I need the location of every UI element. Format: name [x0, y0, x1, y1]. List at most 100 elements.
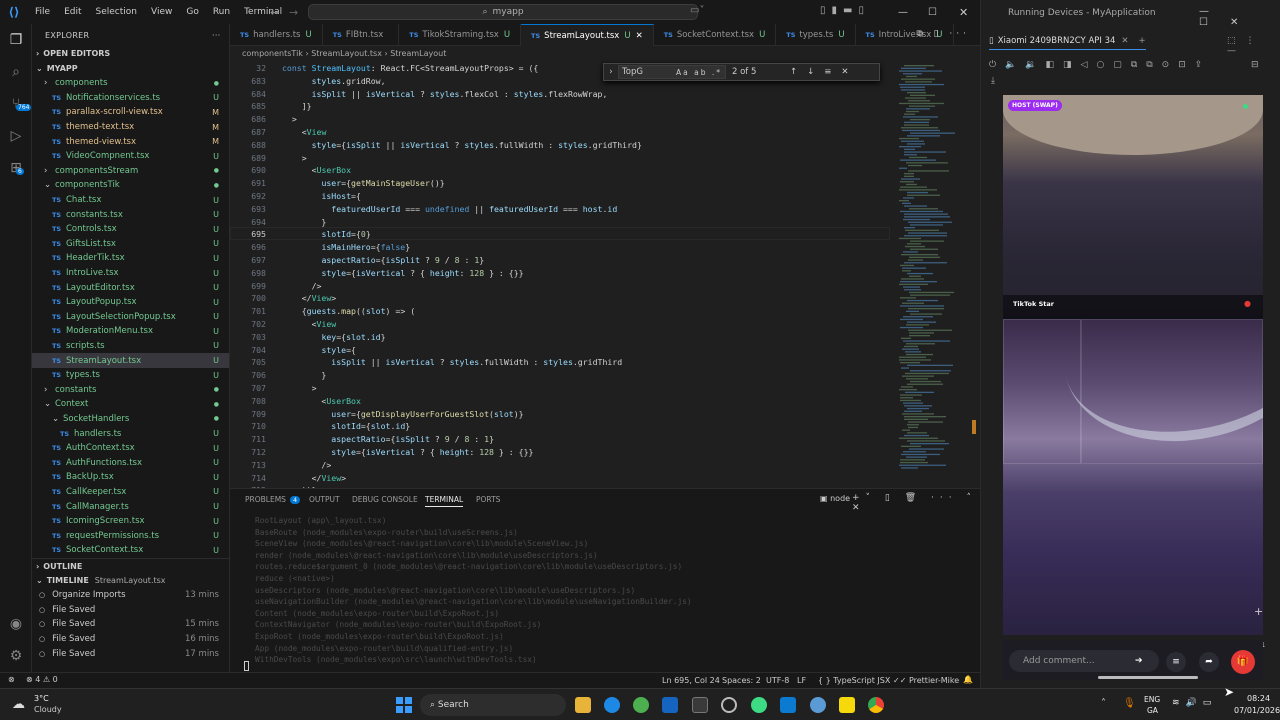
file-item[interactable]: TS LayoutEditor.tsx U	[32, 280, 229, 295]
code-line[interactable]: >	[282, 114, 297, 124]
code-line[interactable]: aspectRatio={isSplit ? 9 / 8 : 1}	[282, 434, 494, 444]
explorer-icon[interactable]: ❐	[6, 30, 26, 50]
match-case-icon[interactable]: Aa ab .*	[676, 66, 722, 79]
code-line[interactable]: slotId={0}	[282, 229, 370, 239]
timeline-item[interactable]: ○ Organize Imports 13 mins	[32, 588, 229, 603]
file-item[interactable]: TS CallKeeper.tsx U	[32, 485, 229, 500]
file-explorer-icon[interactable]	[575, 697, 591, 713]
chrome-icon[interactable]	[868, 697, 884, 713]
language-mode[interactable]: { } TypeScript JSX	[818, 676, 890, 685]
code-line[interactable]: />	[282, 281, 322, 291]
close-button[interactable]: ✕	[959, 6, 968, 19]
menu-view[interactable]: View	[144, 7, 179, 17]
code-line[interactable]: slotId={slot.id}	[282, 421, 410, 431]
file-item[interactable]: TS types.ts U	[32, 368, 229, 383]
close-tab-icon[interactable]: ✕	[1121, 36, 1128, 46]
remote-icon[interactable]: ⊗	[8, 675, 15, 684]
tab-tikokstraming-tsx[interactable]: TS TikokStraming.tsx U	[399, 24, 522, 46]
timeline-section[interactable]: ⌄ TIMELINE StreamLayout.tsx	[32, 573, 229, 588]
comment-input[interactable]: Add comment... ➔	[1009, 650, 1159, 672]
file-item[interactable]: TS VideoCompnent.tsx U	[32, 149, 229, 164]
expand-replace-icon[interactable]: ›	[604, 67, 618, 77]
code-line[interactable]: >	[282, 153, 307, 163]
panel-tab-ports[interactable]: PORTS	[476, 495, 500, 504]
code-line[interactable]: isSplit || isVertical ? styles.fullWidth…	[282, 357, 622, 367]
weather-temp[interactable]: 3°C	[34, 694, 49, 703]
panel-tab-debug-console[interactable]: DEBUG CONSOLE	[352, 495, 418, 504]
file-item[interactable]: TS IcomingScreen.tsx U	[32, 514, 229, 529]
cursor-position[interactable]: Ln 695, Col 24	[662, 676, 720, 685]
extensions-icon[interactable]: ⊞ 6	[6, 158, 26, 178]
account-icon[interactable]: ◉	[6, 614, 26, 634]
file-item[interactable]: TS LayoutSelectionPopup.tsx U	[32, 310, 229, 325]
file-item[interactable]: TS SocketContext.tsx U	[32, 543, 229, 554]
side-toolbar[interactable]: ⊟	[1251, 60, 1259, 70]
clock-time[interactable]: 08:24	[1247, 694, 1270, 703]
code-line[interactable]: aspectRatio={isSplit ? 9 / 8 : 1}	[282, 255, 484, 265]
editor-actions[interactable]: ⧉ ▯ ···	[916, 29, 970, 39]
code-line[interactable]: />	[282, 460, 331, 470]
lang-2[interactable]: GA	[1147, 706, 1158, 715]
code-line[interactable]: }	[282, 217, 326, 227]
sticky-notes-icon[interactable]	[839, 697, 855, 713]
folder-item[interactable]: › componentsStream ●	[32, 164, 229, 179]
back-arrow-icon[interactable]: ←	[270, 6, 279, 19]
close-tab-icon[interactable]: ✕	[636, 31, 643, 41]
file-item[interactable]: TS CallManager.ts U	[32, 499, 229, 514]
file-item[interactable]: TS AuthFunctions.tsx U	[32, 455, 229, 470]
maximize-button[interactable]: ☐	[928, 7, 937, 18]
find-in-selection-icon[interactable]: ≡	[824, 67, 831, 77]
copilot-icon[interactable]: ▭˅	[690, 5, 704, 16]
file-item[interactable]: TS IntroLive.tsx U	[32, 266, 229, 281]
outlook-icon[interactable]	[662, 697, 678, 713]
file-item[interactable]: TS constants.tsx U	[32, 207, 229, 222]
store-icon[interactable]	[692, 697, 708, 713]
photos-icon[interactable]	[633, 697, 649, 713]
clock-date[interactable]: 07/01/2026	[1234, 706, 1280, 715]
github-desktop-icon[interactable]	[721, 697, 737, 713]
terminal-shell-label[interactable]: ▣ node	[820, 494, 850, 503]
file-item[interactable]: TS StreamLayout.tsx U	[32, 353, 229, 368]
source-control-icon[interactable]: ⑂ 764	[6, 94, 32, 114]
menu-edit[interactable]: Edit	[57, 7, 88, 17]
search-icon[interactable]: ⌕	[6, 62, 26, 82]
file-item[interactable]: TS HeaderTik.tsx U	[32, 251, 229, 266]
file-item[interactable]: TS handlers.ts U	[32, 426, 229, 441]
tab-streamlayout-tsx[interactable]: TS StreamLayout.tsx U ✕	[521, 24, 654, 46]
outline-section[interactable]: › OUTLINE	[32, 558, 229, 573]
file-item[interactable]: TS themed-view.tsx M	[32, 134, 229, 149]
tab-fibtn-tsx[interactable]: TS FIBtn.tsx	[323, 24, 400, 46]
code-line[interactable]: styles.gridRow,	[282, 76, 386, 86]
phone-screen[interactable]: HOST (SWAP) TikTok Star ●	[1003, 95, 1263, 635]
indentation[interactable]: Spaces: 2	[722, 676, 761, 685]
file-item[interactable]: TS scripts.ts U	[32, 339, 229, 354]
next-match-icon[interactable]: ↓	[807, 67, 814, 77]
forward-arrow-icon[interactable]: →	[289, 6, 298, 19]
add-tab-icon[interactable]: +	[1139, 36, 1146, 46]
edge-icon[interactable]	[604, 697, 620, 713]
encoding[interactable]: UTF-8	[766, 676, 789, 685]
minimap[interactable]	[895, 61, 975, 488]
lang-1[interactable]: ENG	[1144, 695, 1160, 704]
code-line[interactable]: user={getMainStageUser()}	[282, 178, 444, 188]
gift-icon[interactable]: 🎁	[1231, 650, 1255, 674]
eol[interactable]: LF	[797, 676, 806, 685]
tab-types-ts[interactable]: TS types.ts U	[776, 24, 856, 46]
code-line[interactable]: >	[282, 383, 317, 393]
folder-item[interactable]: ⌄ componentsTik ●	[32, 178, 229, 193]
android-studio-icon[interactable]	[751, 697, 767, 713]
folder-item[interactable]: ⌄ SocketHandlers ●	[32, 412, 229, 427]
code-line[interactable]: </View>	[282, 473, 347, 483]
emulator-icon[interactable]	[810, 697, 826, 713]
panel-tab-output[interactable]: OUTPUT	[309, 495, 340, 504]
code-line[interactable]: <View	[282, 127, 327, 137]
timeline-item[interactable]: ○ File Saved 15 mins	[32, 617, 229, 632]
download-icon[interactable]: ⤓	[991, 76, 995, 86]
panel-tab-problems[interactable]: PROBLEMS 4	[245, 495, 301, 504]
start-button[interactable]	[396, 697, 412, 713]
file-item[interactable]: TS requestPermissions.ts U	[32, 528, 229, 543]
prettier-status[interactable]: ✓✓ Prettier-Mike	[893, 676, 959, 685]
previous-match-icon[interactable]: ↑	[790, 67, 797, 77]
share-icon[interactable]: ➦	[1199, 652, 1219, 672]
network-volume-icons[interactable]: ≋🔊▭	[1172, 698, 1217, 708]
